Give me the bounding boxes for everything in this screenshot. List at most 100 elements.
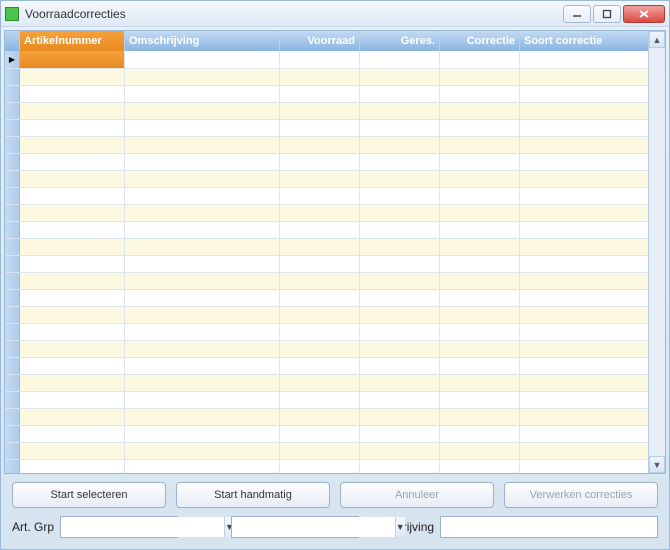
row-header[interactable]	[5, 154, 20, 170]
cell[interactable]	[520, 171, 648, 187]
cell[interactable]	[280, 86, 360, 102]
cell[interactable]	[520, 205, 648, 221]
row-header[interactable]	[5, 222, 20, 238]
row-header[interactable]	[5, 307, 20, 323]
row-header[interactable]	[5, 205, 20, 221]
cell[interactable]	[360, 86, 440, 102]
header-omschrijving[interactable]: Omschrijving	[125, 31, 280, 51]
cell[interactable]	[360, 460, 440, 473]
cell[interactable]	[440, 239, 520, 255]
cell[interactable]	[520, 443, 648, 459]
table-row[interactable]	[5, 170, 648, 187]
cell[interactable]	[440, 392, 520, 408]
cell[interactable]	[440, 154, 520, 170]
cell[interactable]	[125, 239, 280, 255]
cell[interactable]	[440, 443, 520, 459]
table-row[interactable]	[5, 204, 648, 221]
cell[interactable]	[280, 154, 360, 170]
vertical-scrollbar[interactable]: ▲ ▼	[648, 31, 665, 473]
cell[interactable]	[280, 69, 360, 85]
cell[interactable]	[20, 86, 125, 102]
cell[interactable]	[520, 239, 648, 255]
row-header[interactable]	[5, 171, 20, 187]
srt-cor-input[interactable]	[232, 517, 395, 537]
table-row[interactable]	[5, 442, 648, 459]
row-header[interactable]	[5, 51, 20, 68]
cell[interactable]	[360, 324, 440, 340]
table-row[interactable]	[5, 238, 648, 255]
cell[interactable]	[280, 358, 360, 374]
row-header[interactable]	[5, 358, 20, 374]
cell[interactable]	[520, 154, 648, 170]
cell[interactable]	[440, 51, 520, 68]
cell[interactable]	[520, 307, 648, 323]
cell[interactable]	[125, 307, 280, 323]
table-row[interactable]	[5, 255, 648, 272]
cell[interactable]	[20, 290, 125, 306]
row-header[interactable]	[5, 273, 20, 289]
cell[interactable]	[20, 358, 125, 374]
cell[interactable]	[20, 137, 125, 153]
cell[interactable]	[520, 188, 648, 204]
header-artikelnummer[interactable]: Artikelnummer	[20, 31, 125, 51]
cell[interactable]	[440, 460, 520, 473]
table-row[interactable]	[5, 289, 648, 306]
cell[interactable]	[440, 290, 520, 306]
cell[interactable]	[20, 205, 125, 221]
cell[interactable]	[20, 341, 125, 357]
row-header[interactable]	[5, 86, 20, 102]
cell[interactable]	[125, 273, 280, 289]
cell[interactable]	[520, 426, 648, 442]
table-row[interactable]	[5, 187, 648, 204]
cell[interactable]	[280, 273, 360, 289]
cell[interactable]	[125, 358, 280, 374]
row-header[interactable]	[5, 375, 20, 391]
cell[interactable]	[125, 137, 280, 153]
cell[interactable]	[280, 256, 360, 272]
cell[interactable]	[125, 69, 280, 85]
art-grp-input[interactable]	[61, 517, 224, 537]
cell[interactable]	[440, 256, 520, 272]
cell[interactable]	[360, 426, 440, 442]
cell[interactable]	[280, 188, 360, 204]
table-row[interactable]	[5, 68, 648, 85]
cell[interactable]	[440, 409, 520, 425]
cell[interactable]	[360, 443, 440, 459]
row-header[interactable]	[5, 443, 20, 459]
row-header[interactable]	[5, 137, 20, 153]
table-row[interactable]	[5, 51, 648, 68]
row-header[interactable]	[5, 290, 20, 306]
cell[interactable]	[440, 69, 520, 85]
cell[interactable]	[125, 392, 280, 408]
cell[interactable]	[20, 239, 125, 255]
cell[interactable]	[360, 137, 440, 153]
cell[interactable]	[20, 154, 125, 170]
cell[interactable]	[20, 171, 125, 187]
table-row[interactable]	[5, 153, 648, 170]
cell[interactable]	[520, 103, 648, 119]
cell[interactable]	[280, 443, 360, 459]
cell[interactable]	[360, 358, 440, 374]
cell[interactable]	[360, 205, 440, 221]
cell[interactable]	[125, 120, 280, 136]
art-grp-combo[interactable]: ▼	[60, 516, 178, 538]
cell[interactable]	[125, 103, 280, 119]
cell[interactable]	[280, 426, 360, 442]
cell[interactable]	[440, 375, 520, 391]
cell[interactable]	[360, 120, 440, 136]
cell[interactable]	[280, 392, 360, 408]
row-header[interactable]	[5, 239, 20, 255]
srt-cor-combo[interactable]: ▼	[231, 516, 359, 538]
row-header[interactable]	[5, 460, 20, 473]
table-row[interactable]	[5, 272, 648, 289]
cell[interactable]	[440, 222, 520, 238]
cell[interactable]	[360, 273, 440, 289]
cell[interactable]	[20, 103, 125, 119]
row-header[interactable]	[5, 188, 20, 204]
row-header[interactable]	[5, 69, 20, 85]
cell[interactable]	[280, 409, 360, 425]
table-row[interactable]	[5, 306, 648, 323]
cell[interactable]	[125, 443, 280, 459]
cell[interactable]	[520, 222, 648, 238]
table-row[interactable]	[5, 119, 648, 136]
